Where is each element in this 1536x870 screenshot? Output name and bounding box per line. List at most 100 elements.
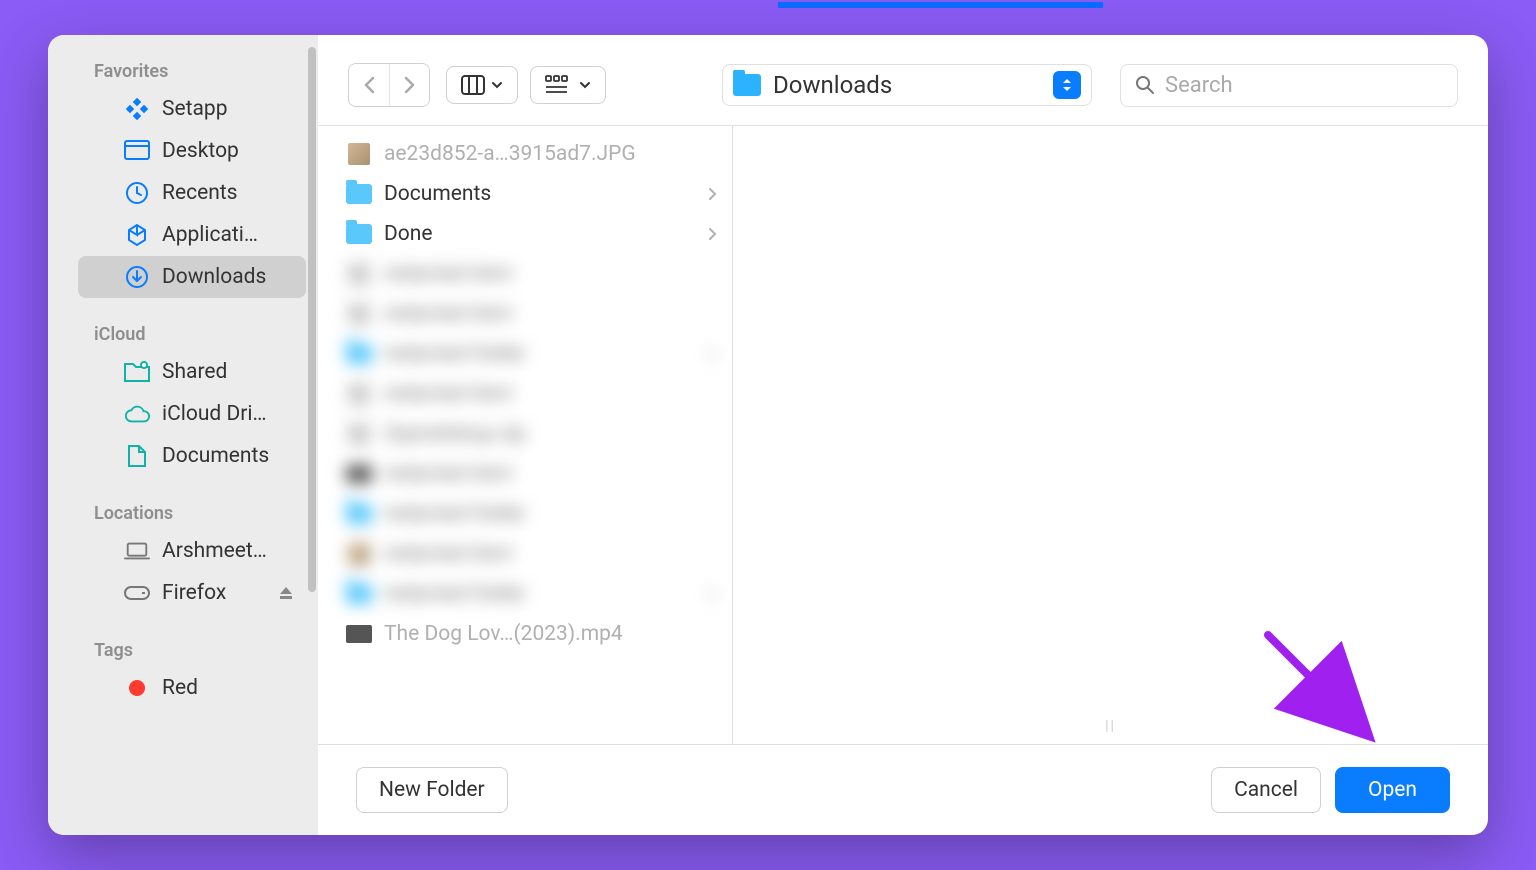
section-header: iCloud (48, 316, 318, 351)
view-group-button[interactable] (530, 66, 606, 104)
scrollbar[interactable] (308, 47, 316, 592)
bg-highlight-bar (778, 2, 1103, 8)
file-row[interactable]: The Dog Lov…(2023).mp4 (318, 614, 732, 654)
apps-icon (124, 222, 150, 248)
folder-icon (346, 503, 372, 525)
main-panel: Downloads ae23d852-a…3915ad7.JPG Document… (318, 35, 1488, 835)
sidebar-item-arshmeet[interactable]: Arshmeet… (78, 530, 306, 572)
search-input[interactable] (1165, 73, 1443, 98)
recents-icon (124, 180, 150, 206)
content-area: ae23d852-a…3915ad7.JPG Documents Done redac… (318, 125, 1488, 744)
video-icon (346, 623, 372, 645)
sidebar-item-label: Recents (162, 181, 238, 205)
file-name: redacted folder (384, 502, 718, 526)
file-row[interactable]: OperaSetup.zip (318, 414, 732, 454)
file-name: redacted item (384, 382, 718, 406)
folder-icon (346, 583, 372, 605)
file-column[interactable]: ae23d852-a…3915ad7.JPG Documents Done redac… (318, 126, 733, 744)
file-row[interactable]: redacted item (318, 254, 732, 294)
file-name: The Dog Lov…(2023).mp4 (384, 622, 718, 646)
downloads-icon (124, 264, 150, 290)
sidebar-item-downloads[interactable]: Downloads (78, 256, 306, 298)
file-row[interactable]: redacted item (318, 294, 732, 334)
file-row[interactable]: ae23d852-a…3915ad7.JPG (318, 134, 732, 174)
search-icon (1135, 75, 1155, 95)
view-selector (446, 66, 606, 104)
section-header: Locations (48, 495, 318, 530)
folder-icon (733, 74, 761, 96)
folder-icon (346, 183, 372, 205)
folder-icon (346, 223, 372, 245)
sidebar-item-label: Applicati… (162, 223, 258, 247)
nav-buttons (348, 63, 430, 107)
sidebar-item-setapp[interactable]: Setapp (78, 88, 306, 130)
sidebar-item-recents[interactable]: Recents (78, 172, 306, 214)
chevron-right-icon (708, 227, 718, 241)
folder-icon (346, 343, 372, 365)
file-name: ae23d852-a…3915ad7.JPG (384, 142, 718, 166)
desktop-icon (124, 138, 150, 164)
image-icon (346, 543, 372, 565)
sidebar-item-label: Shared (162, 360, 227, 384)
file-row[interactable]: redacted item (318, 374, 732, 414)
cloud-icon (124, 401, 150, 427)
sidebar: FavoritesSetappDesktopRecentsApplicati…D… (48, 35, 318, 835)
dialog-footer: New Folder Cancel Open (318, 744, 1488, 835)
toolbar: Downloads (318, 35, 1488, 125)
file-row[interactable]: redacted item (318, 534, 732, 574)
eject-icon[interactable] (278, 585, 294, 601)
path-selector[interactable]: Downloads (722, 64, 1092, 106)
cancel-button[interactable]: Cancel (1211, 767, 1321, 813)
sidebar-item-label: Downloads (162, 265, 266, 289)
new-folder-button[interactable]: New Folder (356, 767, 508, 813)
group-icon (545, 75, 573, 95)
chevron-right-icon (708, 587, 718, 601)
file-row[interactable]: redacted folder (318, 494, 732, 534)
sidebar-item-red[interactable]: Red (78, 667, 306, 709)
sidebar-item-label: Red (162, 676, 198, 700)
file-row[interactable]: Done (318, 214, 732, 254)
file-name: OperaSetup.zip (384, 422, 718, 446)
updown-chevrons-icon (1053, 71, 1081, 99)
file-name: redacted item (384, 542, 718, 566)
laptop-icon (124, 538, 150, 564)
sidebar-item-label: Documents (162, 444, 269, 468)
sidebar-item-desktop[interactable]: Desktop (78, 130, 306, 172)
file-icon (346, 383, 372, 405)
columns-icon (461, 75, 485, 95)
file-name: redacted item (384, 462, 718, 486)
video-icon (346, 463, 372, 485)
sidebar-item-applicati[interactable]: Applicati… (78, 214, 306, 256)
file-name: redacted folder (384, 342, 696, 366)
search-box[interactable] (1120, 64, 1458, 107)
image-icon (346, 143, 372, 165)
file-row[interactable]: Documents (318, 174, 732, 214)
file-name: redacted item (384, 302, 718, 326)
sidebar-item-documents[interactable]: Documents (78, 435, 306, 477)
preview-column: || (733, 126, 1488, 744)
file-row[interactable]: redacted folder (318, 334, 732, 374)
open-button[interactable]: Open (1335, 767, 1450, 813)
sidebar-item-iclouddri[interactable]: iCloud Dri… (78, 393, 306, 435)
section-header: Tags (48, 632, 318, 667)
back-button[interactable] (349, 64, 389, 106)
file-name: Done (384, 222, 696, 246)
sidebar-item-label: Setapp (162, 97, 227, 121)
view-columns-button[interactable] (446, 66, 518, 104)
disk-icon (124, 580, 150, 606)
shared-icon (124, 359, 150, 385)
chevron-right-icon (708, 187, 718, 201)
forward-button[interactable] (389, 64, 429, 106)
chevron-down-icon (579, 80, 591, 90)
file-open-dialog: FavoritesSetappDesktopRecentsApplicati…D… (48, 35, 1488, 835)
file-row[interactable]: redacted folder (318, 574, 732, 614)
path-label: Downloads (773, 71, 892, 99)
chevron-down-icon (491, 80, 503, 90)
file-row[interactable]: redacted item (318, 454, 732, 494)
sidebar-item-label: Desktop (162, 139, 239, 163)
column-splitter-icon[interactable]: || (1105, 718, 1116, 734)
file-icon (346, 423, 372, 445)
file-icon (346, 263, 372, 285)
sidebar-item-firefox[interactable]: Firefox (78, 572, 306, 614)
sidebar-item-shared[interactable]: Shared (78, 351, 306, 393)
